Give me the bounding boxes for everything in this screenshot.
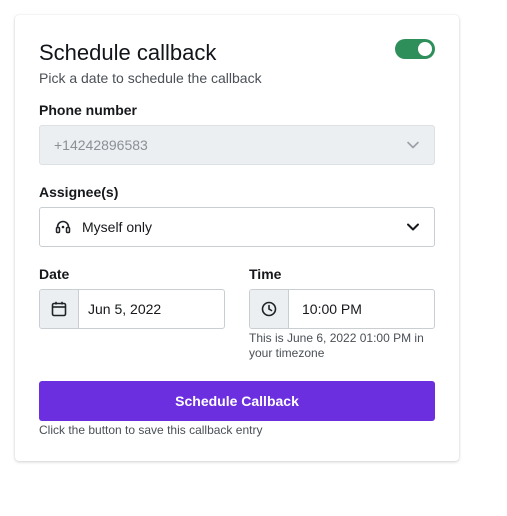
date-value: Jun 5, 2022 bbox=[88, 301, 162, 317]
schedule-callback-button[interactable]: Schedule Callback bbox=[39, 381, 435, 421]
headset-icon bbox=[54, 208, 72, 246]
date-field[interactable]: Jun 5, 2022 bbox=[39, 289, 225, 329]
enable-toggle[interactable] bbox=[395, 39, 435, 59]
time-field[interactable]: 10:00 PM bbox=[249, 289, 435, 329]
clock-icon[interactable] bbox=[250, 290, 289, 328]
button-hint: Click the button to save this callback e… bbox=[39, 423, 263, 437]
phone-number-select[interactable]: +14242896583 bbox=[39, 125, 435, 165]
assignee-label: Assignee(s) bbox=[39, 184, 119, 200]
card-subtitle: Pick a date to schedule the callback bbox=[39, 70, 262, 86]
chevron-down-icon bbox=[406, 126, 420, 164]
card-title: Schedule callback bbox=[39, 40, 217, 65]
assignee-select[interactable]: Myself only bbox=[39, 207, 435, 247]
toggle-knob bbox=[418, 42, 432, 56]
date-label: Date bbox=[39, 266, 70, 282]
chevron-down-icon bbox=[406, 208, 420, 246]
timezone-note-line2: your timezone bbox=[249, 346, 325, 360]
time-value: 10:00 PM bbox=[302, 301, 362, 317]
time-label: Time bbox=[249, 266, 282, 282]
phone-number-value: +14242896583 bbox=[54, 137, 148, 153]
assignee-value: Myself only bbox=[82, 219, 153, 235]
schedule-callback-card: Schedule callback Pick a date to schedul… bbox=[15, 15, 459, 461]
calendar-icon[interactable] bbox=[40, 290, 79, 328]
phone-number-label: Phone number bbox=[39, 102, 138, 118]
timezone-note-line1: This is June 6, 2022 01:00 PM in bbox=[249, 331, 424, 345]
